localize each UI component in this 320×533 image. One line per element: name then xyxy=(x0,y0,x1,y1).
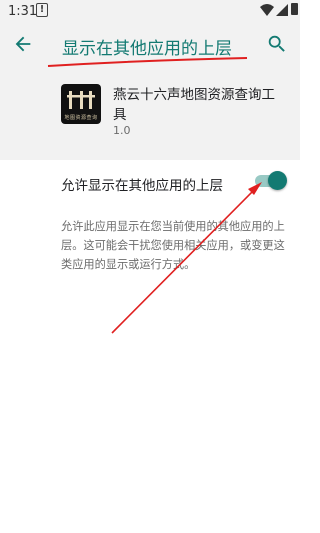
search-icon[interactable] xyxy=(266,33,288,55)
overlay-permission-label: 允许显示在其他应用的上层 xyxy=(61,178,223,194)
wifi-icon xyxy=(260,4,274,16)
app-logo: 地图资源查询 xyxy=(61,84,101,124)
status-time: 1:31 xyxy=(8,4,38,19)
arrow-back-icon[interactable] xyxy=(12,33,34,55)
logo-glyph xyxy=(67,91,95,109)
page-title: 显示在其他应用的上层 xyxy=(62,39,232,59)
app-version: 1.0 xyxy=(113,124,131,137)
status-bar: 1:31 ! xyxy=(0,0,300,22)
overlay-permission-description: 允许此应用显示在您当前使用的其他应用的上层。这可能会干扰您使用相关应用，或变更这… xyxy=(61,220,285,271)
app-name: 燕云十六声地图资源查询工具 xyxy=(113,87,275,123)
app-info-header: 地图资源查询 燕云十六声地图资源查询工具 1.0 xyxy=(0,68,300,160)
logo-caption: 地图资源查询 xyxy=(64,115,98,121)
toggle-thumb[interactable] xyxy=(268,171,287,190)
battery-icon xyxy=(291,3,298,15)
alert-icon: ! xyxy=(36,3,48,17)
app-bar: 显示在其他应用的上层 xyxy=(0,22,300,68)
signal-icon xyxy=(276,4,288,16)
